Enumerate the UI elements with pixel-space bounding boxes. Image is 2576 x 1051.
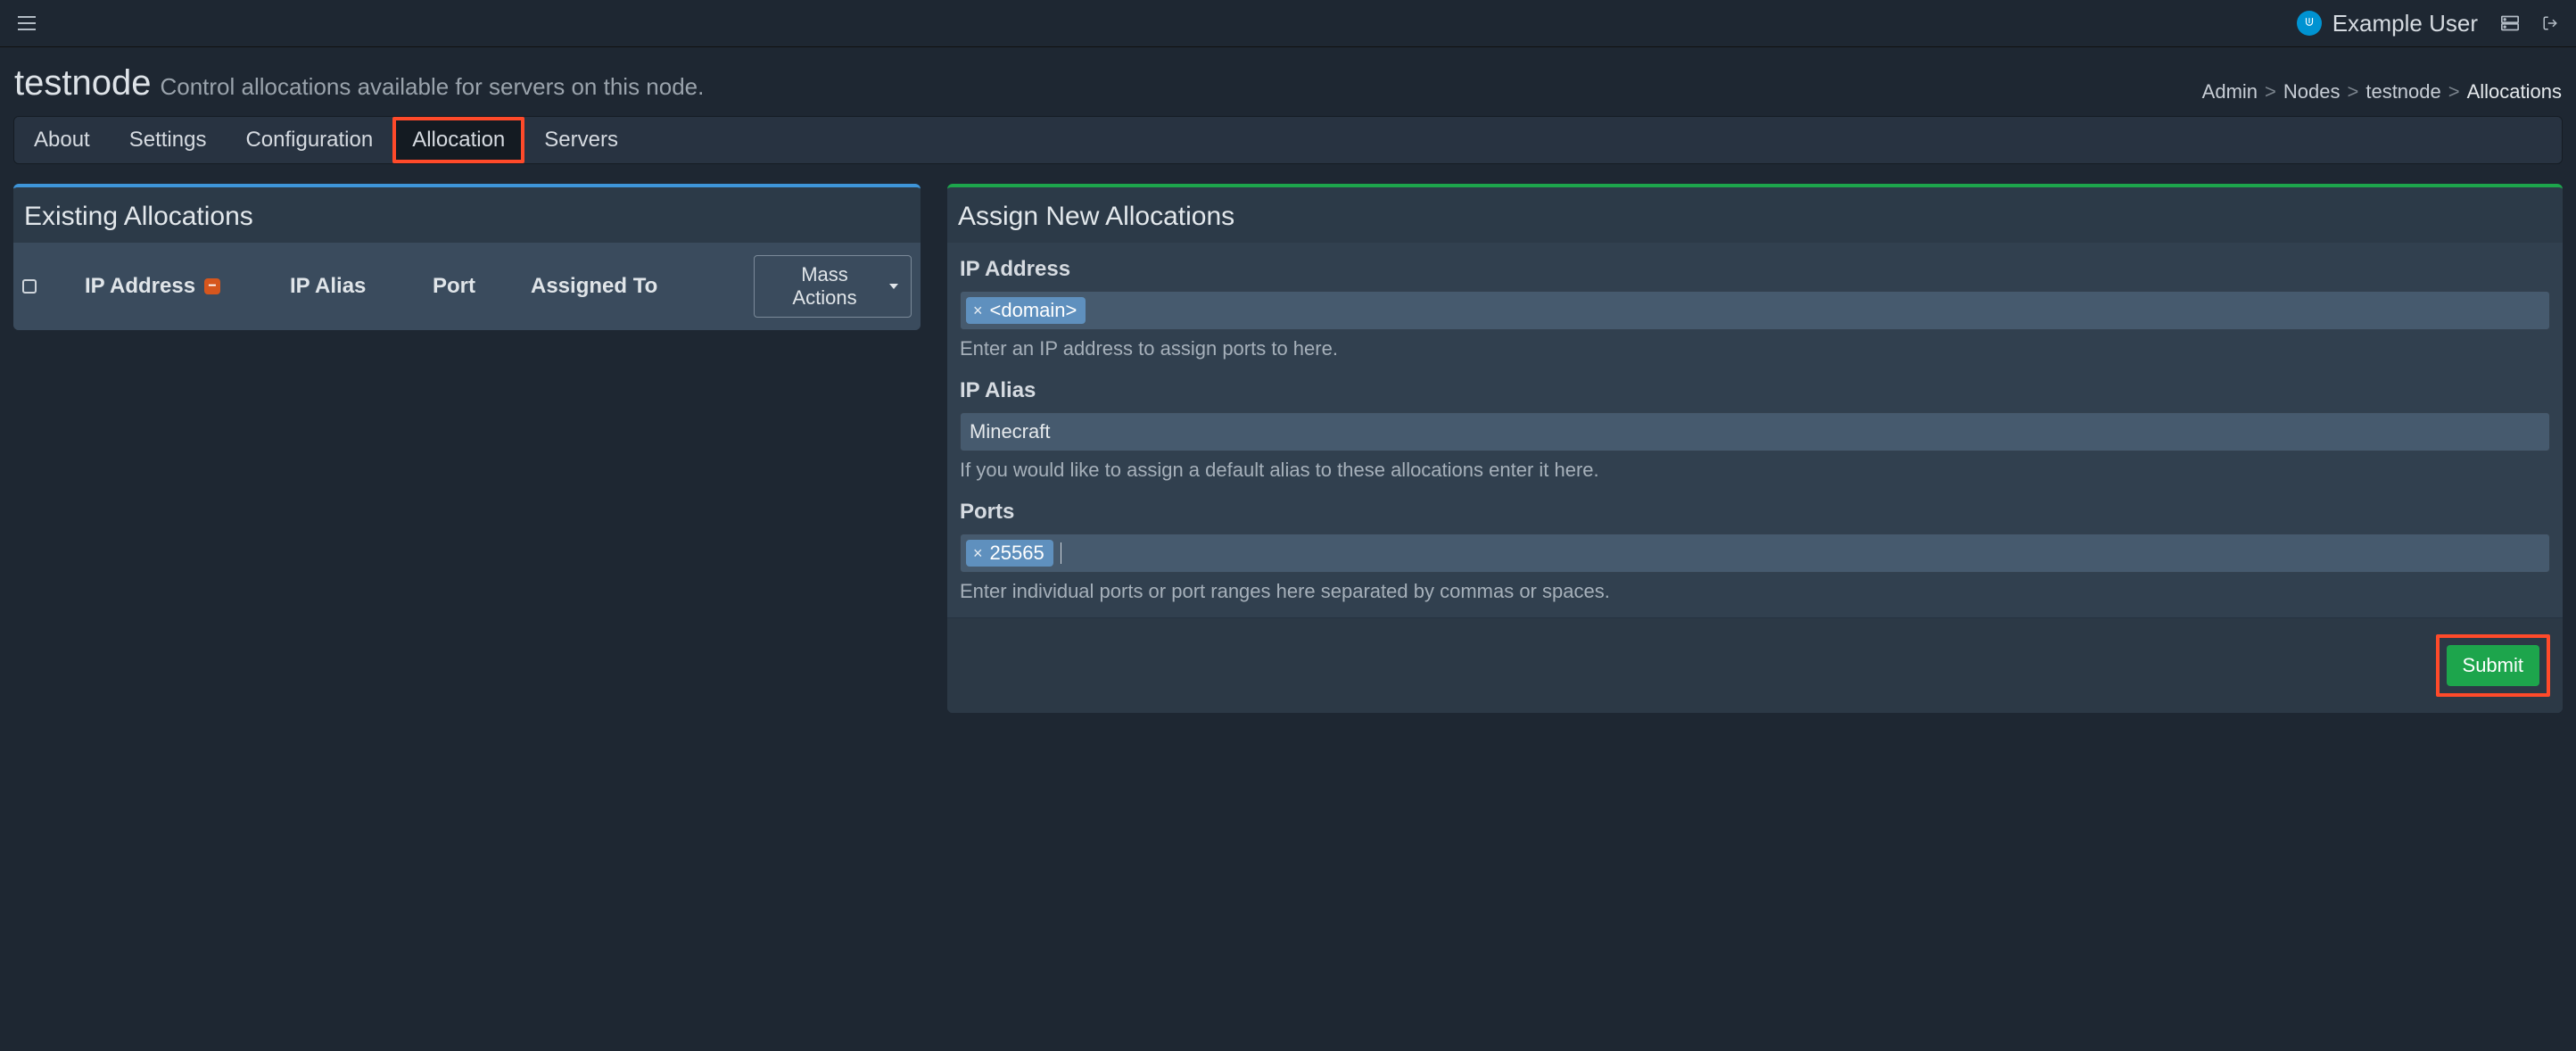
tab-about[interactable]: About [14, 117, 110, 163]
tab-configuration[interactable]: Configuration [226, 117, 392, 163]
ports-input[interactable]: × 25565 [960, 534, 2550, 573]
tab-settings[interactable]: Settings [110, 117, 227, 163]
col-ip-alias: IP Alias [290, 274, 424, 299]
menu-toggle-icon[interactable] [18, 16, 36, 30]
col-assigned-to: Assigned To [531, 274, 745, 299]
remove-tag-icon[interactable]: × [973, 302, 983, 320]
select-all-checkbox[interactable] [22, 279, 37, 294]
topbar-right: Example User [2297, 10, 2558, 37]
remove-tag-icon[interactable]: × [973, 544, 983, 563]
remove-ip-icon[interactable]: − [204, 278, 220, 294]
tabs: About Settings Configuration Allocation … [13, 116, 2563, 164]
port-tag[interactable]: × 25565 [966, 540, 1053, 567]
allocations-table-header: IP Address − IP Alias Port Assigned To M… [13, 243, 921, 330]
breadcrumb-sep: > [2265, 80, 2276, 103]
breadcrumb-item[interactable]: Nodes [2283, 80, 2341, 103]
page-subtitle: Control allocations available for server… [160, 73, 704, 101]
user-name: Example User [2332, 10, 2478, 37]
col-port: Port [433, 274, 522, 299]
server-icon[interactable] [2501, 15, 2519, 31]
port-tag-text: 25565 [990, 542, 1044, 565]
ip-address-label: IP Address [960, 257, 2550, 282]
ip-alias-input[interactable] [960, 412, 2550, 451]
mass-actions-button[interactable]: Mass Actions [754, 255, 912, 318]
breadcrumb-sep: > [2347, 80, 2358, 103]
main: Existing Allocations IP Address − IP Ali… [0, 184, 2576, 747]
ip-alias-help: If you would like to assign a default al… [960, 459, 2550, 482]
ip-alias-label: IP Alias [960, 378, 2550, 403]
ip-address-tag-text: <domain> [990, 299, 1077, 322]
assign-allocations-title: Assign New Allocations [958, 202, 2552, 232]
assign-allocations-box: Assign New Allocations IP Address × <dom… [947, 184, 2563, 713]
page-title: testnode [14, 63, 151, 103]
chevron-down-icon [889, 284, 898, 289]
breadcrumb: Admin > Nodes > testnode > Allocations [2202, 80, 2562, 103]
ports-label: Ports [960, 500, 2550, 525]
avatar [2297, 11, 2322, 36]
ip-address-tag[interactable]: × <domain> [966, 297, 1086, 324]
ports-help: Enter individual ports or port ranges he… [960, 580, 2550, 603]
tab-allocation[interactable]: Allocation [392, 117, 524, 163]
existing-allocations-title: Existing Allocations [24, 202, 910, 232]
submit-button[interactable]: Submit [2447, 645, 2539, 686]
submit-highlight: Submit [2436, 634, 2550, 697]
breadcrumb-item-active: Allocations [2467, 80, 2562, 103]
ip-address-help: Enter an IP address to assign ports to h… [960, 337, 2550, 360]
breadcrumb-item[interactable]: testnode [2365, 80, 2440, 103]
existing-allocations-box: Existing Allocations IP Address − IP Ali… [13, 184, 921, 330]
breadcrumb-sep: > [2448, 80, 2460, 103]
topbar: Example User [0, 0, 2576, 47]
col-ip-address: IP Address [85, 274, 195, 299]
breadcrumb-item[interactable]: Admin [2202, 80, 2258, 103]
logout-icon[interactable] [2542, 15, 2558, 31]
content-header: testnode Control allocations available f… [0, 47, 2576, 116]
user-menu[interactable]: Example User [2297, 10, 2478, 37]
tab-servers[interactable]: Servers [524, 117, 638, 163]
mass-actions-label: Mass Actions [767, 263, 882, 310]
ip-address-input[interactable]: × <domain> [960, 291, 2550, 330]
